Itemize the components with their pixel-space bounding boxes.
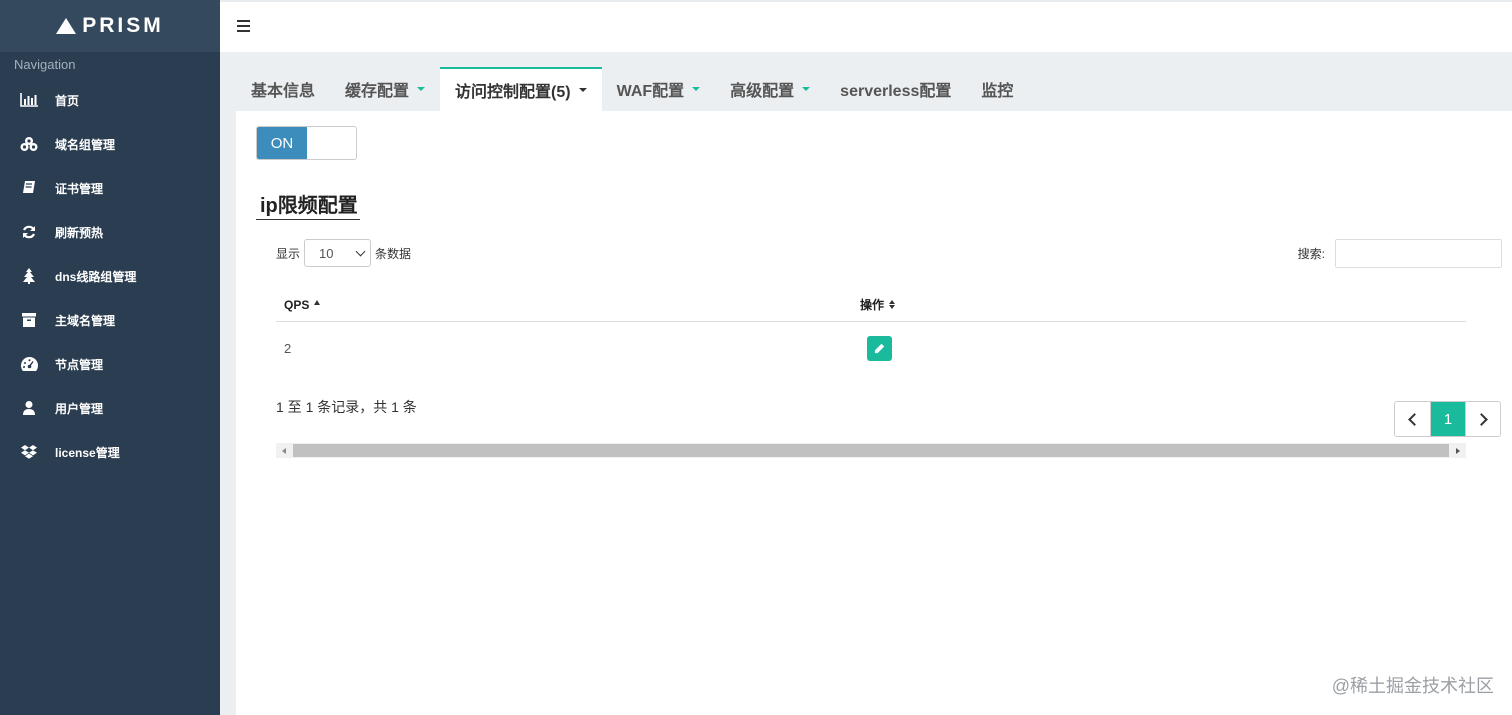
scroll-right-button[interactable] xyxy=(1450,443,1466,458)
section-title: ip限频配置 xyxy=(256,189,360,220)
sidebar-item-primary-domains[interactable]: 主域名管理 xyxy=(0,298,220,342)
tab-basic-info[interactable]: 基本信息 xyxy=(236,67,330,111)
sidebar-item-label: 首页 xyxy=(55,93,80,108)
prism-logo-icon xyxy=(56,18,77,34)
watermark: @稀土掘金技术社区 xyxy=(1331,676,1494,696)
chevron-right-icon xyxy=(1474,412,1488,426)
triangle-right-icon xyxy=(1456,447,1460,454)
book-icon xyxy=(20,179,38,197)
sidebar-item-dns-groups[interactable]: dns线路组管理 xyxy=(0,254,220,298)
pagination: 1 xyxy=(1394,401,1501,437)
tab-advanced-config[interactable]: 高级配置 xyxy=(715,67,825,111)
caret-down-icon xyxy=(417,87,426,91)
archive-icon xyxy=(20,311,38,329)
tab-label: 高级配置 xyxy=(730,83,795,100)
sidebar-item-domain-groups[interactable]: 域名组管理 xyxy=(0,122,220,166)
sort-asc-icon xyxy=(314,300,321,305)
sort-icon xyxy=(889,300,896,309)
page-length-control: 显示 10 条数据 xyxy=(276,239,411,267)
sidebar-item-users[interactable]: 用户管理 xyxy=(0,386,220,430)
sidebar-item-certificates[interactable]: 证书管理 xyxy=(0,166,220,210)
qps-cell: 2 xyxy=(284,341,292,356)
cubes-icon xyxy=(20,135,38,153)
sidebar-item-label: 主域名管理 xyxy=(55,313,116,328)
tab-monitoring[interactable]: 监控 xyxy=(966,67,1028,111)
table-info: 1 至 1 条记录，共 1 条 xyxy=(276,399,417,415)
sidebar-item-label: 证书管理 xyxy=(55,181,104,196)
column-label: QPS xyxy=(284,297,310,312)
sidebar-item-label: 用户管理 xyxy=(55,401,104,416)
column-label: 操作 xyxy=(860,298,885,312)
refresh-icon xyxy=(20,223,38,241)
horizontal-scrollbar[interactable] xyxy=(276,443,1466,458)
triangle-left-icon xyxy=(282,447,286,454)
tab-label: WAF配置 xyxy=(616,83,685,100)
tab-label: 监控 xyxy=(981,83,1014,100)
sidebar-item-label: 节点管理 xyxy=(55,357,104,372)
enable-toggle[interactable]: ON xyxy=(256,126,357,160)
table-row: 2 xyxy=(276,322,1466,375)
tab-panel: ON ip限频配置 显示 10 条数据 搜索: QPS 操作 2 1 至 1 条… xyxy=(236,111,1512,715)
column-header-actions[interactable]: 操作 xyxy=(860,296,1466,313)
sidebar-item-label: license管理 xyxy=(55,445,120,460)
search-input[interactable] xyxy=(1335,239,1502,268)
toggle-handle xyxy=(307,127,356,159)
actions-cell xyxy=(860,336,1466,361)
main-content: 基本信息 缓存配置 访问控制配置(5) WAF配置 高级配置 serverles… xyxy=(220,52,1512,715)
chevron-left-icon xyxy=(1408,412,1421,426)
tab-label: 基本信息 xyxy=(251,83,316,100)
menu-toggle-icon[interactable] xyxy=(237,20,250,32)
pencil-icon xyxy=(874,343,885,354)
caret-down-icon xyxy=(578,88,587,92)
sidebar-item-home[interactable]: 首页 xyxy=(0,78,220,122)
prev-page-button[interactable] xyxy=(1395,402,1430,436)
sidebar-item-label: 域名组管理 xyxy=(55,137,116,152)
tree-icon xyxy=(20,267,38,285)
sidebar-item-label: dns线路组管理 xyxy=(55,269,137,284)
page-button[interactable]: 1 xyxy=(1430,402,1465,436)
edit-button[interactable] xyxy=(867,336,892,361)
sidebar-item-license[interactable]: license管理 xyxy=(0,430,220,474)
brand-name: PRISM xyxy=(82,14,164,37)
brand[interactable]: PRISM xyxy=(0,0,220,52)
page-length-value: 10 xyxy=(319,245,334,261)
tab-waf-config[interactable]: WAF配置 xyxy=(602,67,716,111)
table-header: QPS 操作 xyxy=(276,288,1466,322)
user-icon xyxy=(20,399,38,417)
chevron-down-icon xyxy=(355,246,366,256)
top-bar xyxy=(220,0,1512,52)
nav-caption: Navigation xyxy=(14,57,76,72)
dashboard-icon xyxy=(20,355,38,373)
tab-label: 访问控制配置(5) xyxy=(455,84,571,101)
next-page-button[interactable] xyxy=(1465,402,1500,436)
scroll-left-button[interactable] xyxy=(276,443,292,458)
qps-table: QPS 操作 2 xyxy=(276,288,1466,375)
tab-label: serverless配置 xyxy=(840,83,952,100)
caret-down-icon xyxy=(692,87,701,91)
table-search: 搜索: xyxy=(1298,239,1502,268)
tab-cache-config[interactable]: 缓存配置 xyxy=(330,67,440,111)
tab-access-control[interactable]: 访问控制配置(5) xyxy=(440,67,602,111)
bar-chart-icon xyxy=(20,91,38,109)
column-header-qps[interactable]: QPS xyxy=(276,298,860,312)
scroll-thumb[interactable] xyxy=(293,444,1449,457)
toggle-on-label: ON xyxy=(257,127,307,159)
sidebar-item-label: 刷新预热 xyxy=(55,225,104,240)
config-tabs: 基本信息 缓存配置 访问控制配置(5) WAF配置 高级配置 serverles… xyxy=(236,67,1028,111)
sidebar-item-nodes[interactable]: 节点管理 xyxy=(0,342,220,386)
dropbox-icon xyxy=(20,443,38,461)
show-prefix: 显示 xyxy=(276,246,301,261)
tab-serverless-config[interactable]: serverless配置 xyxy=(825,67,966,111)
show-suffix: 条数据 xyxy=(375,246,412,261)
sidebar: PRISM Navigation 首页 域名组管理 证书管理 刷新预热 dns线… xyxy=(0,0,220,715)
search-label: 搜索: xyxy=(1297,247,1325,261)
tab-label: 缓存配置 xyxy=(345,83,410,100)
caret-down-icon xyxy=(802,87,811,91)
sidebar-item-refresh-preheat[interactable]: 刷新预热 xyxy=(0,210,220,254)
page-length-select[interactable]: 10 xyxy=(304,239,372,267)
